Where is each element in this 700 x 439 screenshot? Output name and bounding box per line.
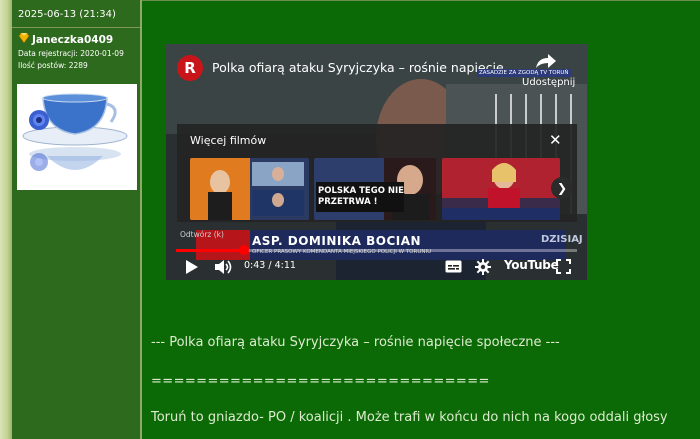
youtube-logo[interactable]: YouTube [504, 258, 559, 272]
author-sidebar: 2025-06-13 (21:34) Janeczka0409 Data rej… [12, 0, 142, 439]
share-icon[interactable] [535, 53, 557, 69]
progress-fill [176, 249, 245, 252]
diamond-rank-icon [18, 33, 30, 43]
post-text-comment: Toruń to gniazdo- PO / koalicji . Może t… [151, 410, 668, 425]
subtitles-icon[interactable] [445, 260, 462, 273]
video-thumbnail[interactable]: POLSKA TEGO NIE PRZETRWA ! [314, 158, 436, 220]
post-text-headline: --- Polka ofiarą ataku Syryjczyka – rośn… [151, 335, 560, 350]
more-videos-panel: Więcej filmów ✕ POLSKA TEGO NIE PRZETRWA… [177, 124, 577, 222]
play-icon[interactable] [186, 260, 198, 274]
broadcast-badge: ZASADZIE ZA ZGODĄ TV TORUŃ [477, 69, 571, 77]
chevron-right-icon[interactable]: ❯ [551, 177, 573, 199]
post-text-separator: ============================== [151, 374, 490, 389]
youtube-embed[interactable]: R Polka ofiarą ataku Syryjczyka – rośnie… [166, 44, 587, 280]
author-post-count: Ilość postów: 2289 [18, 61, 88, 70]
volume-icon[interactable] [215, 259, 233, 275]
avatar [17, 84, 137, 190]
close-icon[interactable]: ✕ [549, 131, 562, 149]
fullscreen-icon[interactable] [556, 259, 571, 274]
video-thumbnail[interactable] [190, 158, 309, 220]
lower-third-tag: DZISIAJ [541, 234, 583, 245]
post-date: 2025-06-13 (21:34) [18, 9, 116, 20]
time-display: 0:43 / 4:11 [244, 260, 296, 271]
channel-logo[interactable]: R [177, 55, 203, 81]
gear-icon[interactable] [475, 259, 491, 275]
lower-third-name: ASP. DOMINIKA BOCIAN [252, 234, 422, 248]
left-edge-decoration [0, 0, 12, 439]
more-videos-title: Więcej filmów [190, 134, 267, 147]
share-label[interactable]: Udostępnij [522, 77, 575, 88]
progress-bar[interactable] [176, 245, 577, 255]
thumbnail-caption: POLSKA TEGO NIE PRZETRWA ! [318, 186, 404, 207]
video-title[interactable]: Polka ofiarą ataku Syryjczyka – rośnie n… [212, 60, 516, 75]
replay-tooltip: Odtwórz (k) [180, 230, 224, 239]
video-thumbnail[interactable] [442, 158, 560, 220]
author-registration-date: Data rejestracji: 2020-01-09 [18, 49, 124, 58]
divider [12, 27, 140, 28]
author-username[interactable]: Janeczka0409 [32, 34, 113, 46]
